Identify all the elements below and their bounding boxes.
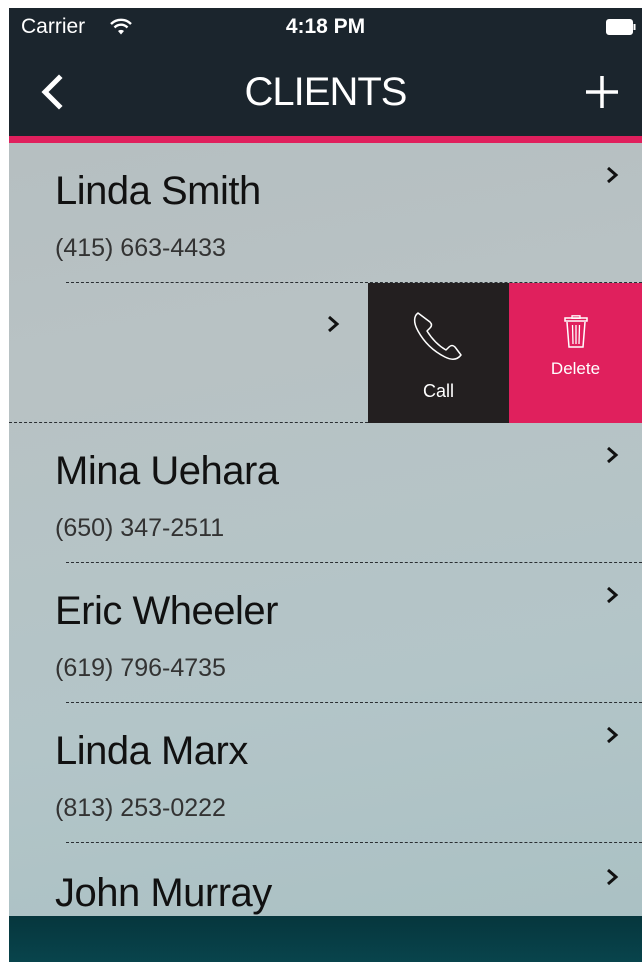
- app-screen: Carrier 4:18 PM CLIENTS Linda Smith (415…: [9, 8, 642, 962]
- client-name: Mina Uehara: [55, 449, 279, 493]
- client-row-swiped[interactable]: s Call Delete: [9, 283, 642, 423]
- add-client-button[interactable]: [582, 72, 622, 112]
- chevron-right-icon: [607, 726, 619, 744]
- client-row[interactable]: John Murray: [9, 843, 642, 916]
- navigation-bar: CLIENTS: [9, 48, 642, 136]
- client-phone: (619) 796-4735: [55, 654, 226, 682]
- status-time: 4:18 PM: [285, 15, 366, 38]
- bottom-bar: [9, 916, 642, 962]
- phone-icon: [413, 312, 462, 360]
- chevron-right-icon: [607, 166, 619, 184]
- plus-icon: [586, 76, 618, 108]
- trash-icon: [564, 315, 588, 348]
- client-name: John Murray: [55, 871, 272, 915]
- delete-label: Delete: [550, 359, 601, 378]
- page-title: CLIENTS: [244, 70, 408, 114]
- chevron-right-icon: [328, 315, 340, 333]
- client-name: Linda Smith: [55, 169, 261, 213]
- client-phone: (813) 253-0222: [55, 794, 226, 822]
- call-action-button[interactable]: Call: [368, 283, 509, 423]
- call-label: Call: [422, 381, 454, 401]
- client-phone: (650) 347-2511: [55, 514, 225, 542]
- status-bar: Carrier 4:18 PM: [9, 8, 642, 48]
- battery-icon: [606, 19, 636, 35]
- client-name: Eric Wheeler: [55, 589, 278, 633]
- client-row[interactable]: Linda Marx (813) 253-0222: [9, 703, 642, 843]
- chevron-right-icon: [607, 446, 619, 464]
- chevron-right-icon: [607, 586, 619, 604]
- client-row[interactable]: Linda Smith (415) 663-4433: [9, 143, 642, 283]
- client-name: Linda Marx: [55, 729, 248, 773]
- client-row[interactable]: Mina Uehara (650) 347-2511: [9, 423, 642, 563]
- chevron-right-icon: [607, 868, 619, 886]
- accent-divider: [9, 136, 642, 143]
- client-phone: (415) 663-4433: [55, 234, 226, 262]
- client-row[interactable]: Eric Wheeler (619) 796-4735: [9, 563, 642, 703]
- delete-action-button[interactable]: Delete: [509, 283, 642, 423]
